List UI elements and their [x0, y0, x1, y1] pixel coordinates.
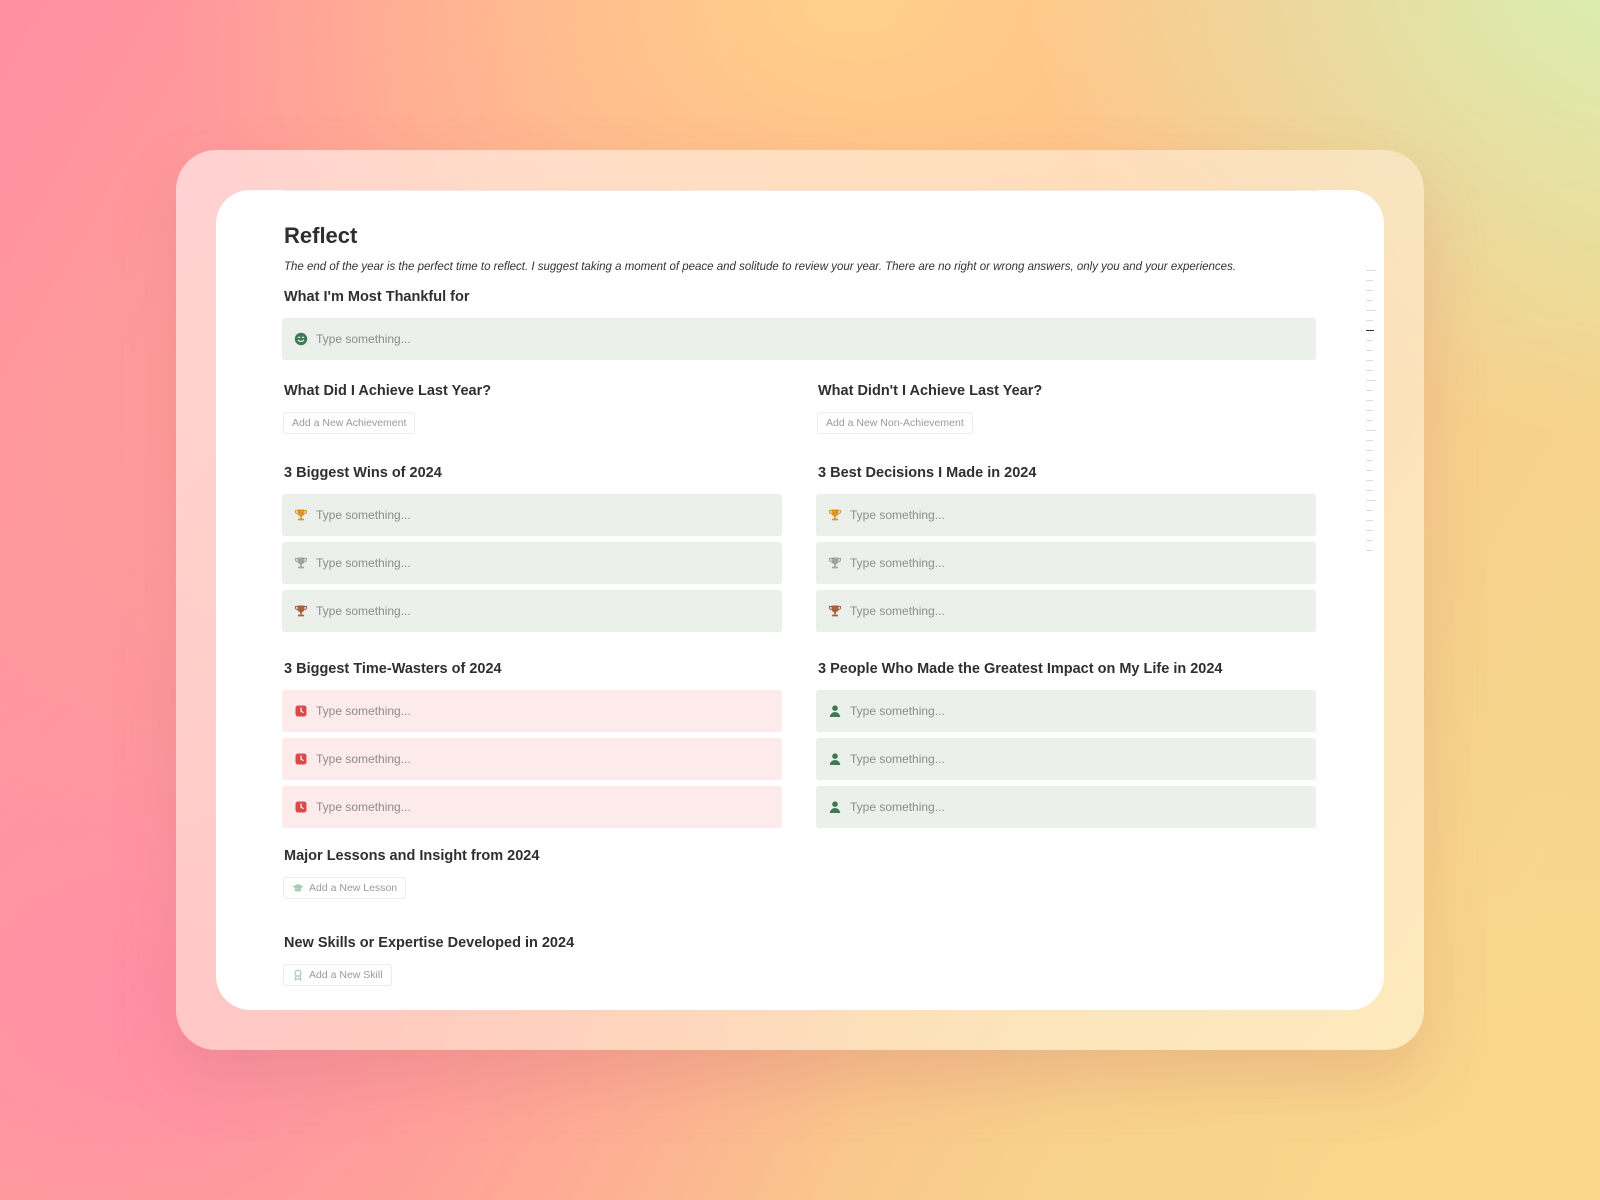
award-icon	[292, 969, 304, 981]
outline-tick[interactable]	[1366, 490, 1373, 491]
heading-achieved: What Did I Achieve Last Year?	[284, 383, 492, 399]
outline-tick[interactable]	[1366, 480, 1373, 481]
outline-tick[interactable]	[1366, 390, 1373, 391]
trophy-icon	[294, 604, 308, 618]
outline-tick[interactable]	[1366, 290, 1373, 291]
graduation-cap-icon	[292, 882, 304, 894]
outline-tick[interactable]	[1366, 320, 1373, 321]
heading-people: 3 People Who Made the Greatest Impact on…	[818, 661, 1223, 677]
person-input-1[interactable]: Type something...	[816, 690, 1316, 732]
outline-tick[interactable]	[1366, 550, 1373, 551]
alarm-clock-icon	[294, 752, 308, 766]
add-lesson-label: Add a New Lesson	[309, 882, 398, 894]
placeholder-text: Type something...	[850, 508, 945, 522]
trophy-icon	[828, 556, 842, 570]
add-lesson-button[interactable]: Add a New Lesson	[283, 877, 407, 899]
person-input-3[interactable]: Type something...	[816, 786, 1316, 828]
placeholder-text: Type something...	[850, 800, 945, 814]
alarm-clock-icon	[294, 800, 308, 814]
outline-tick[interactable]	[1366, 310, 1376, 311]
outline-tick[interactable]	[1366, 450, 1373, 451]
thankful-input[interactable]: Type something...	[282, 318, 1316, 360]
heading-lessons: Major Lessons and Insight from 2024	[284, 848, 540, 864]
outline-tick[interactable]	[1366, 500, 1376, 501]
heading-wins: 3 Biggest Wins of 2024	[284, 465, 442, 481]
person-input-2[interactable]: Type something...	[816, 738, 1316, 780]
heading-not-achieved: What Didn't I Achieve Last Year?	[818, 383, 1043, 399]
person-icon	[828, 800, 842, 814]
heading-skills: New Skills or Expertise Developed in 202…	[284, 935, 575, 951]
outline-tick[interactable]	[1366, 370, 1373, 371]
add-skill-label: Add a New Skill	[309, 969, 383, 981]
trophy-icon	[828, 604, 842, 618]
page-subtitle: The end of the year is the perfect time …	[284, 261, 1237, 273]
smile-icon	[294, 332, 308, 346]
outline-tick[interactable]	[1366, 410, 1373, 411]
outline-tick[interactable]	[1366, 430, 1376, 431]
trophy-icon	[294, 508, 308, 522]
trophy-icon	[828, 508, 842, 522]
win-input-3[interactable]: Type something...	[282, 590, 782, 632]
outline-tick[interactable]	[1366, 440, 1373, 441]
outline-tick[interactable]	[1366, 270, 1376, 271]
outline-tick[interactable]	[1366, 510, 1373, 511]
win-input-2[interactable]: Type something...	[282, 542, 782, 584]
placeholder-text: Type something...	[316, 604, 411, 618]
page-title: Reflect	[284, 223, 358, 248]
placeholder-text: Type something...	[316, 752, 411, 766]
outline-tick[interactable]	[1366, 460, 1373, 461]
page-panel: Reflect The end of the year is the perfe…	[216, 190, 1384, 1010]
trophy-icon	[294, 556, 308, 570]
outline-tick[interactable]	[1366, 520, 1373, 521]
add-achievement-button[interactable]: Add a New Achievement	[283, 412, 416, 434]
divider	[282, 190, 1318, 191]
person-icon	[828, 704, 842, 718]
outline-tick[interactable]	[1366, 380, 1376, 381]
outline-tick[interactable]	[1366, 350, 1373, 351]
person-icon	[828, 752, 842, 766]
outline-tick[interactable]	[1366, 300, 1373, 301]
add-skill-button[interactable]: Add a New Skill	[283, 964, 392, 986]
outline-tick-active[interactable]	[1366, 330, 1374, 331]
outline-tick[interactable]	[1366, 340, 1373, 341]
heading-thankful: What I'm Most Thankful for	[284, 289, 470, 305]
time-waster-input-2[interactable]: Type something...	[282, 738, 782, 780]
placeholder-text: Type something...	[316, 556, 411, 570]
outline-tick[interactable]	[1366, 530, 1373, 531]
outline-tick[interactable]	[1366, 540, 1373, 541]
time-waster-input-3[interactable]: Type something...	[282, 786, 782, 828]
alarm-clock-icon	[294, 704, 308, 718]
outline-tick[interactable]	[1366, 360, 1373, 361]
decision-input-3[interactable]: Type something...	[816, 590, 1316, 632]
outline-tick[interactable]	[1366, 470, 1373, 471]
time-waster-input-1[interactable]: Type something...	[282, 690, 782, 732]
placeholder-text: Type something...	[850, 704, 945, 718]
placeholder-text: Type something...	[850, 752, 945, 766]
placeholder-text: Type something...	[850, 556, 945, 570]
placeholder-text: Type something...	[850, 604, 945, 618]
heading-decisions: 3 Best Decisions I Made in 2024	[818, 465, 1037, 481]
outline-tick[interactable]	[1366, 400, 1373, 401]
placeholder-text: Type something...	[316, 800, 411, 814]
decision-input-2[interactable]: Type something...	[816, 542, 1316, 584]
outline-tick[interactable]	[1366, 280, 1373, 281]
outline-tick[interactable]	[1366, 420, 1373, 421]
placeholder-text: Type something...	[316, 332, 411, 346]
placeholder-text: Type something...	[316, 704, 411, 718]
heading-time-wasters: 3 Biggest Time-Wasters of 2024	[284, 661, 502, 677]
placeholder-text: Type something...	[316, 508, 411, 522]
win-input-1[interactable]: Type something...	[282, 494, 782, 536]
add-non-achievement-button[interactable]: Add a New Non-Achievement	[817, 412, 973, 434]
decision-input-1[interactable]: Type something...	[816, 494, 1316, 536]
